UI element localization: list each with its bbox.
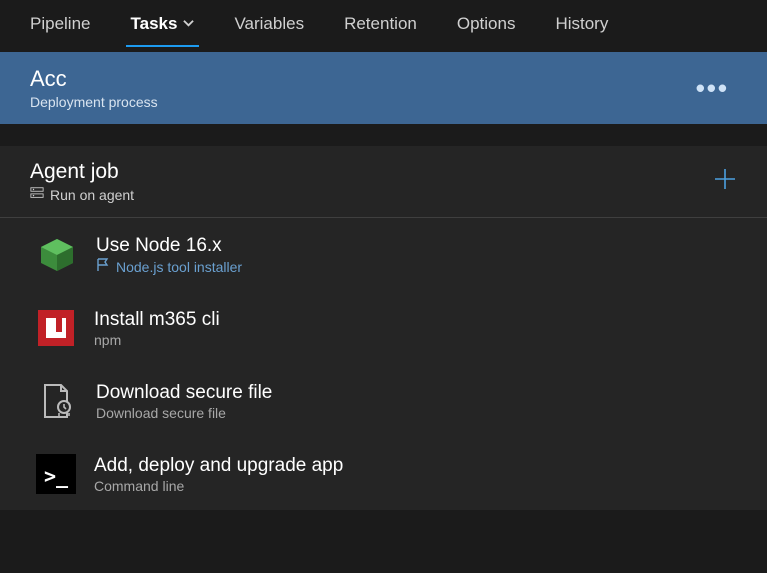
tab-variables[interactable]: Variables <box>214 2 324 46</box>
flag-icon <box>96 258 110 275</box>
tab-label: Retention <box>344 14 417 34</box>
tab-label: Tasks <box>131 14 178 34</box>
tab-pipeline[interactable]: Pipeline <box>10 2 111 46</box>
task-row[interactable]: >_ Add, deploy and upgrade appCommand lin… <box>0 438 767 510</box>
chevron-down-icon <box>183 14 194 34</box>
npm-icon <box>36 308 76 348</box>
task-title: Install m365 cli <box>94 309 220 331</box>
tab-history[interactable]: History <box>535 2 628 46</box>
tab-label: History <box>555 14 608 34</box>
task-subtitle-text: npm <box>94 332 121 348</box>
secure-file-icon <box>36 380 78 422</box>
task-texts: Add, deploy and upgrade appCommand line <box>94 455 343 494</box>
task-subtitle-text: Node.js tool installer <box>116 259 242 275</box>
job-container: Agent job Run on agent Use Node 16.x Node… <box>0 146 767 510</box>
task-title: Download secure file <box>96 382 272 404</box>
job-title: Agent job <box>30 160 134 184</box>
task-title: Add, deploy and upgrade app <box>94 455 343 477</box>
task-title: Use Node 16.x <box>96 235 242 257</box>
tabbar: Pipeline Tasks Variables Retention Optio… <box>0 0 767 48</box>
stage-title: Acc <box>30 66 158 92</box>
job-header[interactable]: Agent job Run on agent <box>0 146 767 218</box>
more-menu-button[interactable]: ••• <box>688 79 737 97</box>
task-row[interactable]: Use Node 16.x Node.js tool installer <box>0 218 767 292</box>
task-subtitle: Node.js tool installer <box>96 258 242 275</box>
job-subtitle: Run on agent <box>30 186 134 203</box>
tab-label: Options <box>457 14 516 34</box>
task-subtitle: Download secure file <box>96 405 272 421</box>
tab-label: Pipeline <box>30 14 91 34</box>
tab-tasks[interactable]: Tasks <box>111 2 215 46</box>
stage-header[interactable]: Acc Deployment process ••• <box>0 52 767 124</box>
task-row[interactable]: Download secure fileDownload secure file <box>0 364 767 438</box>
task-row[interactable]: Install m365 clinpm <box>0 292 767 364</box>
node-icon <box>36 234 78 276</box>
task-subtitle-text: Command line <box>94 478 184 494</box>
task-texts: Download secure fileDownload secure file <box>96 382 272 421</box>
job-subtitle-text: Run on agent <box>50 187 134 203</box>
stage-subtitle: Deployment process <box>30 94 158 110</box>
tab-retention[interactable]: Retention <box>324 2 437 46</box>
task-subtitle-text: Download secure file <box>96 405 226 421</box>
tab-label: Variables <box>234 14 304 34</box>
tab-options[interactable]: Options <box>437 2 536 46</box>
task-subtitle: npm <box>94 332 220 348</box>
add-task-button[interactable] <box>711 165 739 198</box>
task-texts: Use Node 16.x Node.js tool installer <box>96 235 242 275</box>
task-texts: Install m365 clinpm <box>94 309 220 348</box>
terminal-icon: >_ <box>36 454 76 494</box>
task-subtitle: Command line <box>94 478 343 494</box>
server-icon <box>30 186 44 203</box>
